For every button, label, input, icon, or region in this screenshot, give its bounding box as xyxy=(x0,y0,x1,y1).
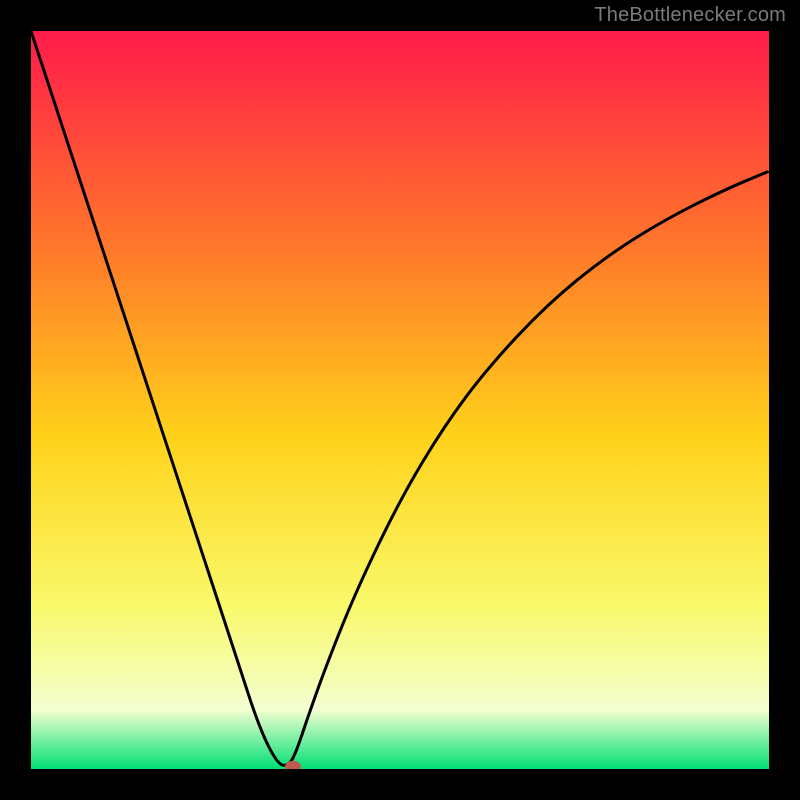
gradient-background xyxy=(31,31,769,769)
chart-plot-area xyxy=(31,31,769,769)
attribution-text: TheBottlenecker.com xyxy=(594,4,786,27)
bottleneck-chart xyxy=(31,31,769,769)
